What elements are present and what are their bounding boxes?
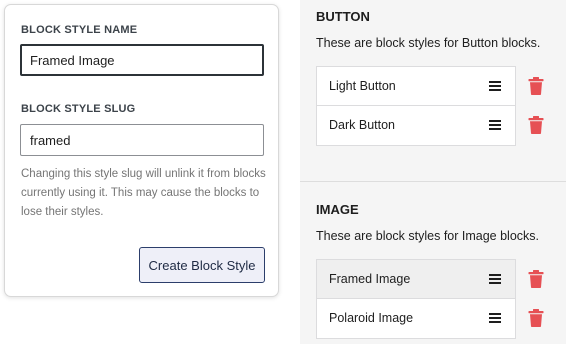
drag-handle-icon[interactable] <box>489 313 501 323</box>
list-item[interactable]: Dark Button <box>317 106 515 145</box>
list-item[interactable]: Framed Image <box>317 260 515 299</box>
style-item-label: Light Button <box>329 79 396 93</box>
block-style-slug-input[interactable] <box>20 124 264 156</box>
section-description: These are block styles for Button blocks… <box>316 36 541 50</box>
image-styles-list: Framed Image Polaroid Image <box>316 259 516 339</box>
section-title: BUTTON <box>316 9 370 24</box>
trash-icon[interactable] <box>528 116 544 134</box>
slug-help-text: Changing this style slug will unlink it … <box>21 168 266 218</box>
trash-icon[interactable] <box>528 309 544 327</box>
section-divider <box>300 181 566 182</box>
section-description: These are block styles for Image blocks. <box>316 229 540 243</box>
list-item[interactable]: Light Button <box>317 67 515 106</box>
trash-icon[interactable] <box>528 77 544 95</box>
create-block-style-button[interactable]: Create Block Style <box>139 247 265 283</box>
drag-handle-icon[interactable] <box>489 120 501 130</box>
style-item-label: Polaroid Image <box>329 311 414 325</box>
block-style-form: BLOCK STYLE NAME BLOCK STYLE SLUG Changi… <box>4 4 279 297</box>
style-item-label: Dark Button <box>329 118 396 132</box>
block-style-name-label: BLOCK STYLE NAME <box>21 24 138 36</box>
list-item[interactable]: Polaroid Image <box>317 299 515 338</box>
block-style-name-input[interactable] <box>20 44 264 76</box>
drag-handle-icon[interactable] <box>489 274 501 284</box>
section-title: IMAGE <box>316 202 359 217</box>
block-style-slug-label: BLOCK STYLE SLUG <box>21 103 136 115</box>
style-item-label: Framed Image <box>329 272 411 286</box>
drag-handle-icon[interactable] <box>489 81 501 91</box>
trash-icon[interactable] <box>528 270 544 288</box>
button-styles-list: Light Button Dark Button <box>316 66 516 146</box>
